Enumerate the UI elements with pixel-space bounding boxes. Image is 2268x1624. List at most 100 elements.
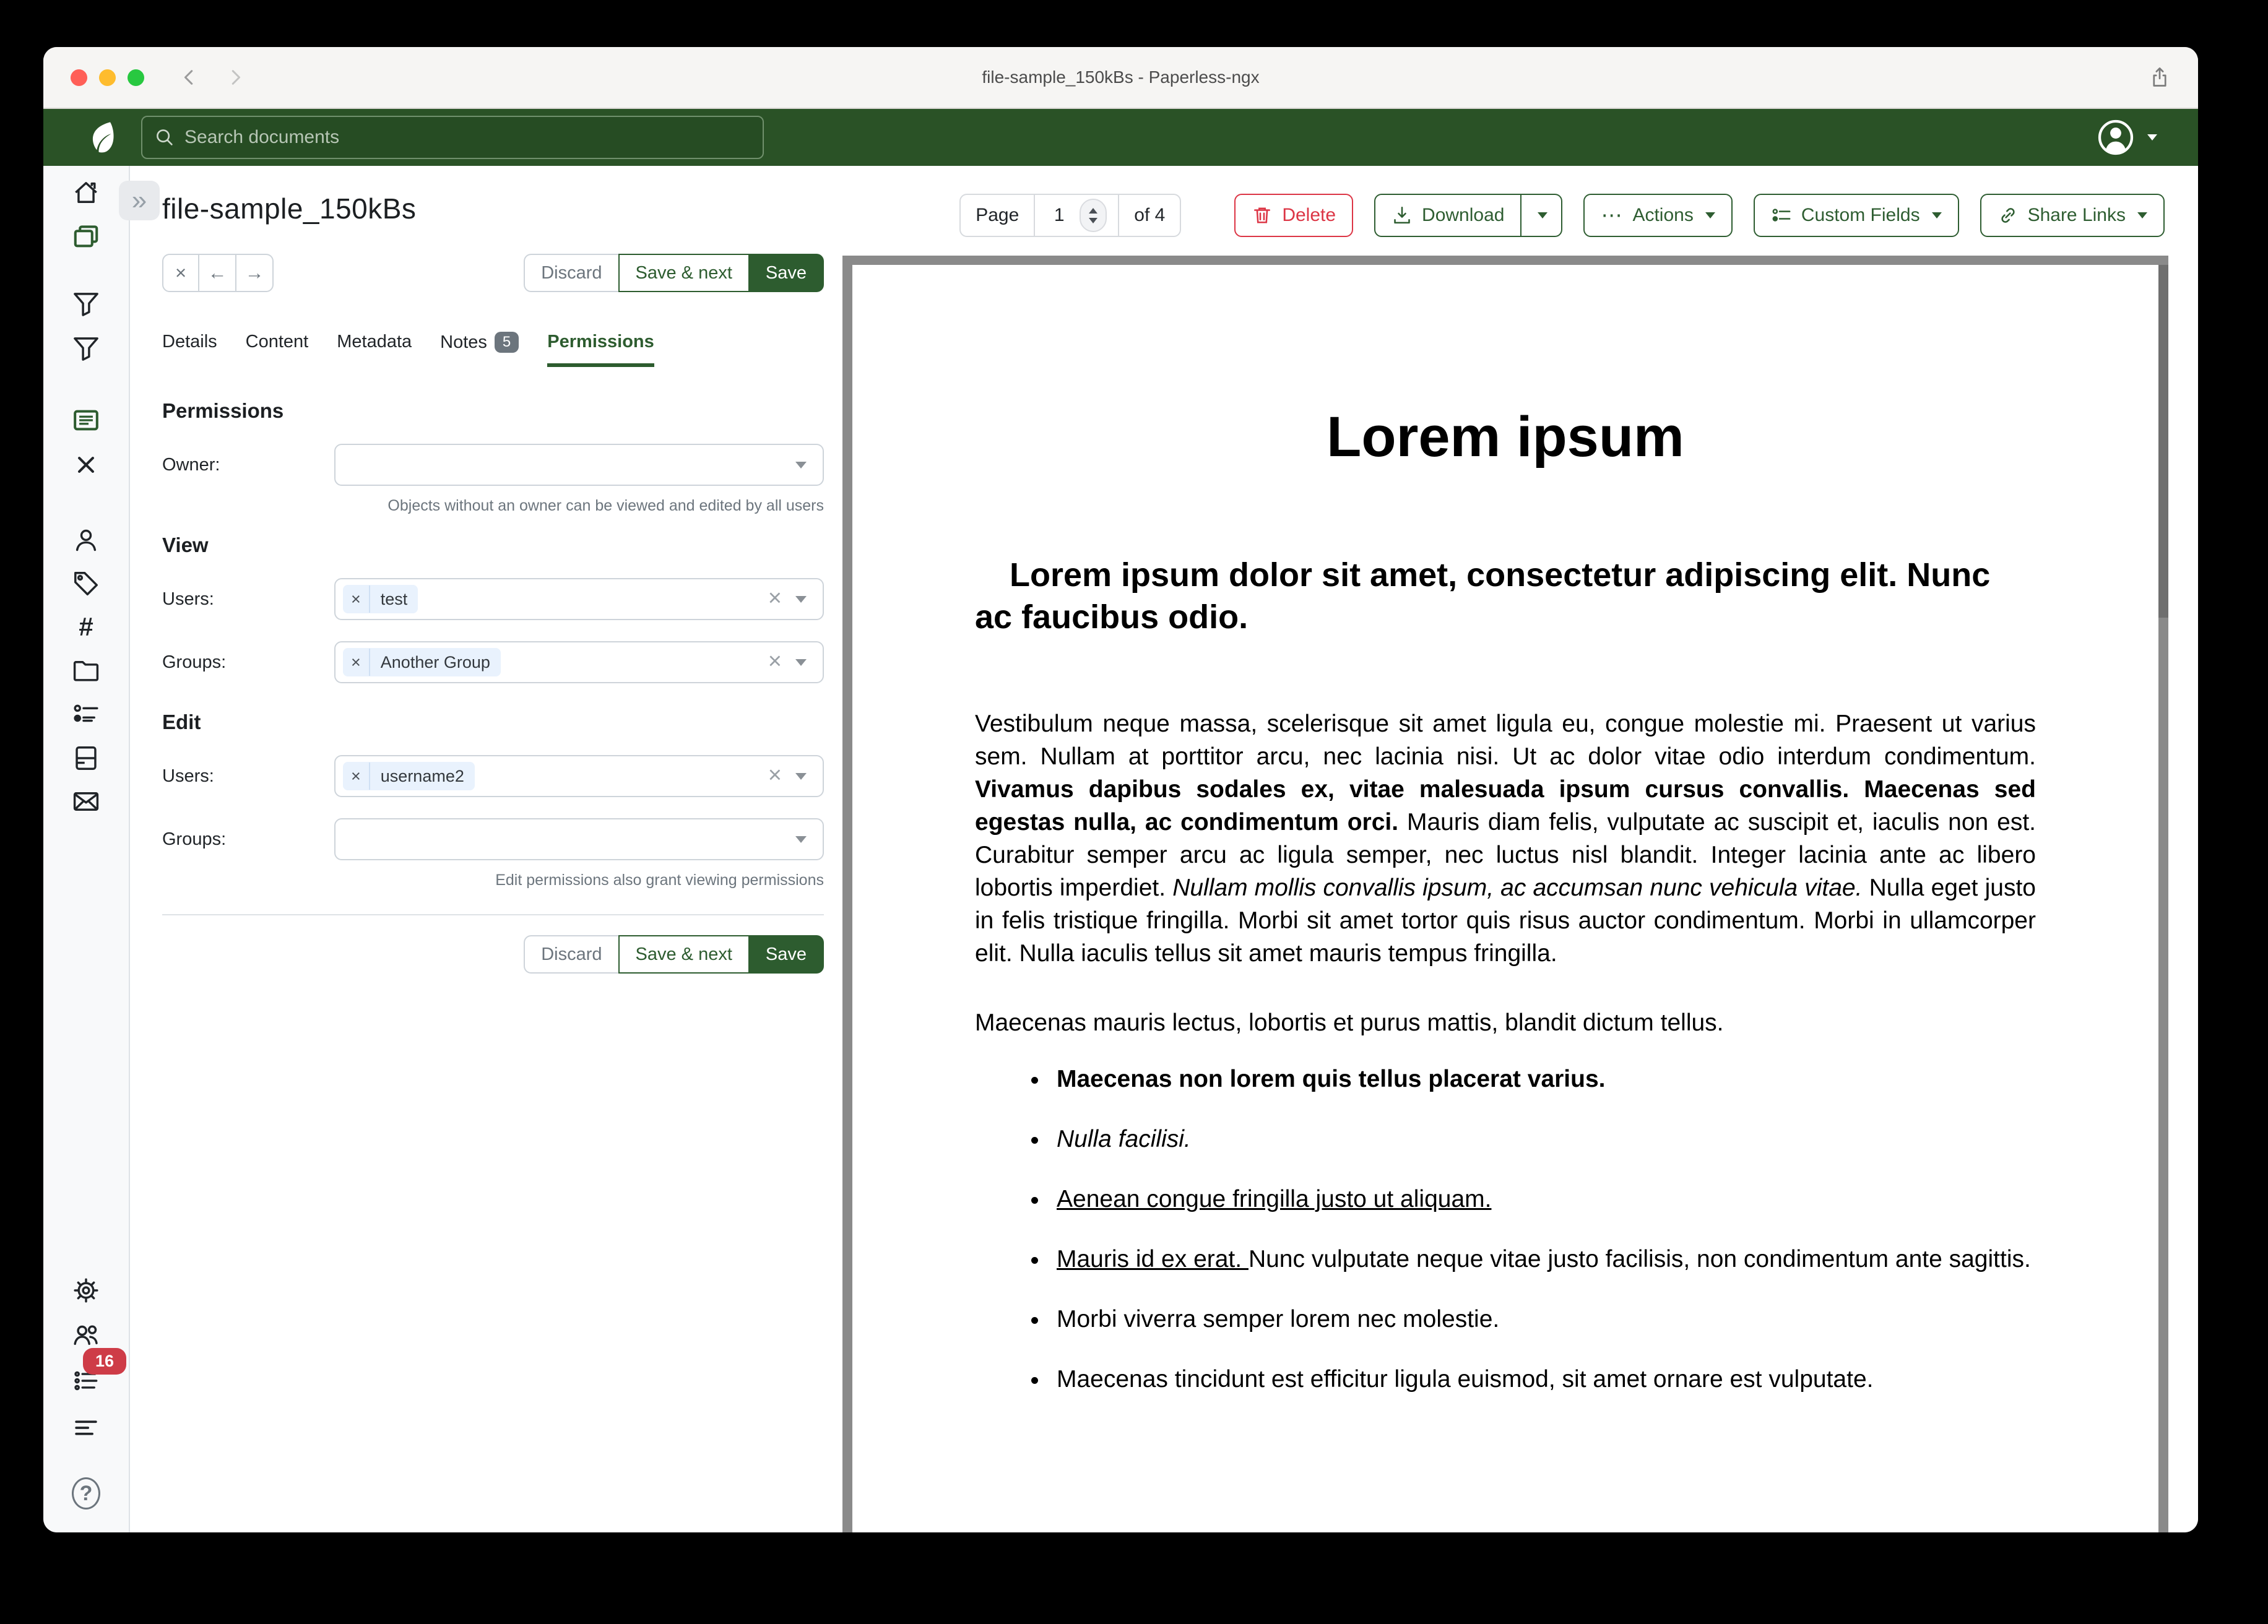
- chevron-down-icon: [1538, 212, 1547, 218]
- download-icon: [1392, 205, 1413, 226]
- owner-select[interactable]: [334, 444, 824, 486]
- sidebar-item-open-document[interactable]: [72, 406, 100, 434]
- page-total: of 4: [1118, 194, 1181, 237]
- chevron-down-icon: [795, 462, 807, 469]
- close-document-button[interactable]: ×: [162, 254, 199, 292]
- selected-chip: ×username2: [343, 762, 475, 790]
- pdf-viewer-frame: Lorem ipsum Lorem ipsum dolor sit amet, …: [842, 256, 2168, 1532]
- tab-details[interactable]: Details: [162, 332, 217, 363]
- pdf-page-content: Lorem ipsum Lorem ipsum dolor sit amet, …: [852, 265, 2158, 1396]
- edit-users-select[interactable]: ×username2 ×: [334, 755, 824, 797]
- delete-button[interactable]: Delete: [1234, 194, 1353, 237]
- sidebar-item-help[interactable]: ?: [72, 1479, 100, 1508]
- view-groups-select[interactable]: ×Another Group ×: [334, 641, 824, 683]
- avatar-icon: [2097, 118, 2135, 157]
- tab-metadata[interactable]: Metadata: [337, 332, 412, 363]
- paperless-logo-icon: [84, 119, 120, 155]
- list-item: Morbi viverra semper lorem nec molestie.: [1049, 1303, 2036, 1336]
- document-paragraph: Vestibulum neque massa, scelerisque sit …: [975, 707, 2036, 970]
- discard-button[interactable]: Discard: [524, 254, 618, 292]
- chevron-down-icon: [795, 836, 807, 843]
- sidebar-item-document-types[interactable]: #: [72, 613, 100, 641]
- download-options-button[interactable]: [1521, 194, 1562, 237]
- discard-button[interactable]: Discard: [524, 935, 618, 974]
- search-field[interactable]: [184, 127, 750, 148]
- previous-document-button[interactable]: ←: [199, 254, 236, 292]
- next-document-button[interactable]: →: [236, 254, 274, 292]
- preview-scrollbar[interactable]: [2158, 265, 2168, 618]
- permissions-heading: Permissions: [162, 399, 824, 423]
- search-input[interactable]: [141, 116, 764, 159]
- sidebar-expand-button[interactable]: »: [119, 181, 160, 220]
- sidebar-item-users-groups[interactable]: [72, 1321, 100, 1349]
- document-detail-pane: file-sample_150kBs × ← → Discard Save & …: [130, 166, 842, 1532]
- question-icon: ?: [72, 1477, 100, 1510]
- save-next-button[interactable]: Save & next: [618, 254, 750, 292]
- list-item: Aenean congue fringilla justo ut aliquam…: [1049, 1183, 2036, 1216]
- sidebar: » # 16 ?: [43, 166, 130, 1532]
- clear-icon[interactable]: ×: [768, 649, 782, 673]
- custom-fields-button[interactable]: Custom Fields: [1754, 194, 1959, 237]
- tab-content[interactable]: Content: [246, 332, 309, 363]
- filter-icon: [72, 290, 100, 318]
- document-paragraph: Maecenas mauris lectus, lobortis et puru…: [975, 1006, 2036, 1039]
- gear-icon: [72, 1276, 100, 1305]
- sidebar-item-dashboard[interactable]: [72, 178, 100, 207]
- sidebar-item-tags[interactable]: [72, 569, 100, 598]
- chevron-down-icon: [795, 596, 807, 603]
- doc-nav-group: × ← →: [162, 254, 274, 292]
- close-icon: [72, 451, 100, 479]
- search-icon: [155, 127, 175, 147]
- sidebar-close-all-button[interactable]: [72, 451, 100, 479]
- share-links-button[interactable]: Share Links: [1980, 194, 2165, 237]
- document-preview-pane: Page of 4 Delete Download: [842, 166, 2198, 1532]
- pdf-page: Lorem ipsum Lorem ipsum dolor sit amet, …: [852, 265, 2158, 1532]
- chip-remove-icon[interactable]: ×: [343, 585, 370, 613]
- actions-button[interactable]: ⋯ Actions: [1583, 194, 1732, 237]
- chevron-down-icon: [1705, 212, 1715, 218]
- sidebar-item-custom-fields[interactable]: [72, 699, 100, 728]
- save-button[interactable]: Save: [750, 935, 824, 974]
- custom-fields-icon: [1771, 205, 1792, 226]
- sidebar-item-settings[interactable]: [72, 1276, 100, 1305]
- people-icon: [72, 1321, 100, 1349]
- document-heading: Lorem ipsum: [975, 406, 2036, 469]
- ellipsis-icon: ⋯: [1601, 203, 1623, 228]
- sidebar-item-saved-view-1[interactable]: [72, 290, 100, 318]
- save-next-button[interactable]: Save & next: [618, 935, 750, 974]
- view-users-select[interactable]: ×test ×: [334, 578, 824, 620]
- sidebar-item-documents[interactable]: [72, 223, 100, 251]
- download-button[interactable]: Download: [1374, 194, 1521, 237]
- page-label: Page: [959, 194, 1034, 237]
- view-groups-label: Groups:: [162, 652, 334, 673]
- page-stepper[interactable]: [1080, 199, 1107, 232]
- sidebar-item-storage-paths[interactable]: [72, 656, 100, 685]
- sidebar-item-mail[interactable]: [72, 787, 100, 816]
- share-icon[interactable]: [2149, 66, 2171, 89]
- edit-groups-select[interactable]: [334, 818, 824, 860]
- logs-icon: [72, 1414, 100, 1442]
- link-icon: [1997, 205, 2019, 226]
- save-button[interactable]: Save: [750, 254, 824, 292]
- chip-remove-icon[interactable]: ×: [343, 649, 370, 676]
- sidebar-item-tasks[interactable]: 16: [72, 1367, 100, 1395]
- tab-notes[interactable]: Notes5: [440, 332, 519, 364]
- clear-icon[interactable]: ×: [768, 763, 782, 787]
- file-stack-icon: [72, 744, 100, 772]
- sidebar-item-workflows[interactable]: [72, 744, 100, 772]
- selected-chip: ×Another Group: [343, 648, 501, 676]
- edit-users-label: Users:: [162, 766, 334, 787]
- sidebar-item-saved-view-2[interactable]: [72, 334, 100, 363]
- owner-label: Owner:: [162, 455, 334, 475]
- clear-icon[interactable]: ×: [768, 586, 782, 610]
- tag-icon: [72, 569, 100, 598]
- user-menu[interactable]: [2097, 118, 2157, 157]
- hash-icon: #: [79, 612, 93, 642]
- titlebar: file-sample_150kBs - Paperless-ngx: [43, 47, 2198, 109]
- sidebar-item-correspondents[interactable]: [72, 526, 100, 555]
- sidebar-item-logs[interactable]: [72, 1414, 100, 1442]
- page-number-input[interactable]: [1046, 205, 1072, 226]
- chip-remove-icon[interactable]: ×: [343, 762, 370, 790]
- stepper-down-icon: [1089, 218, 1097, 223]
- tab-permissions[interactable]: Permissions: [547, 332, 654, 367]
